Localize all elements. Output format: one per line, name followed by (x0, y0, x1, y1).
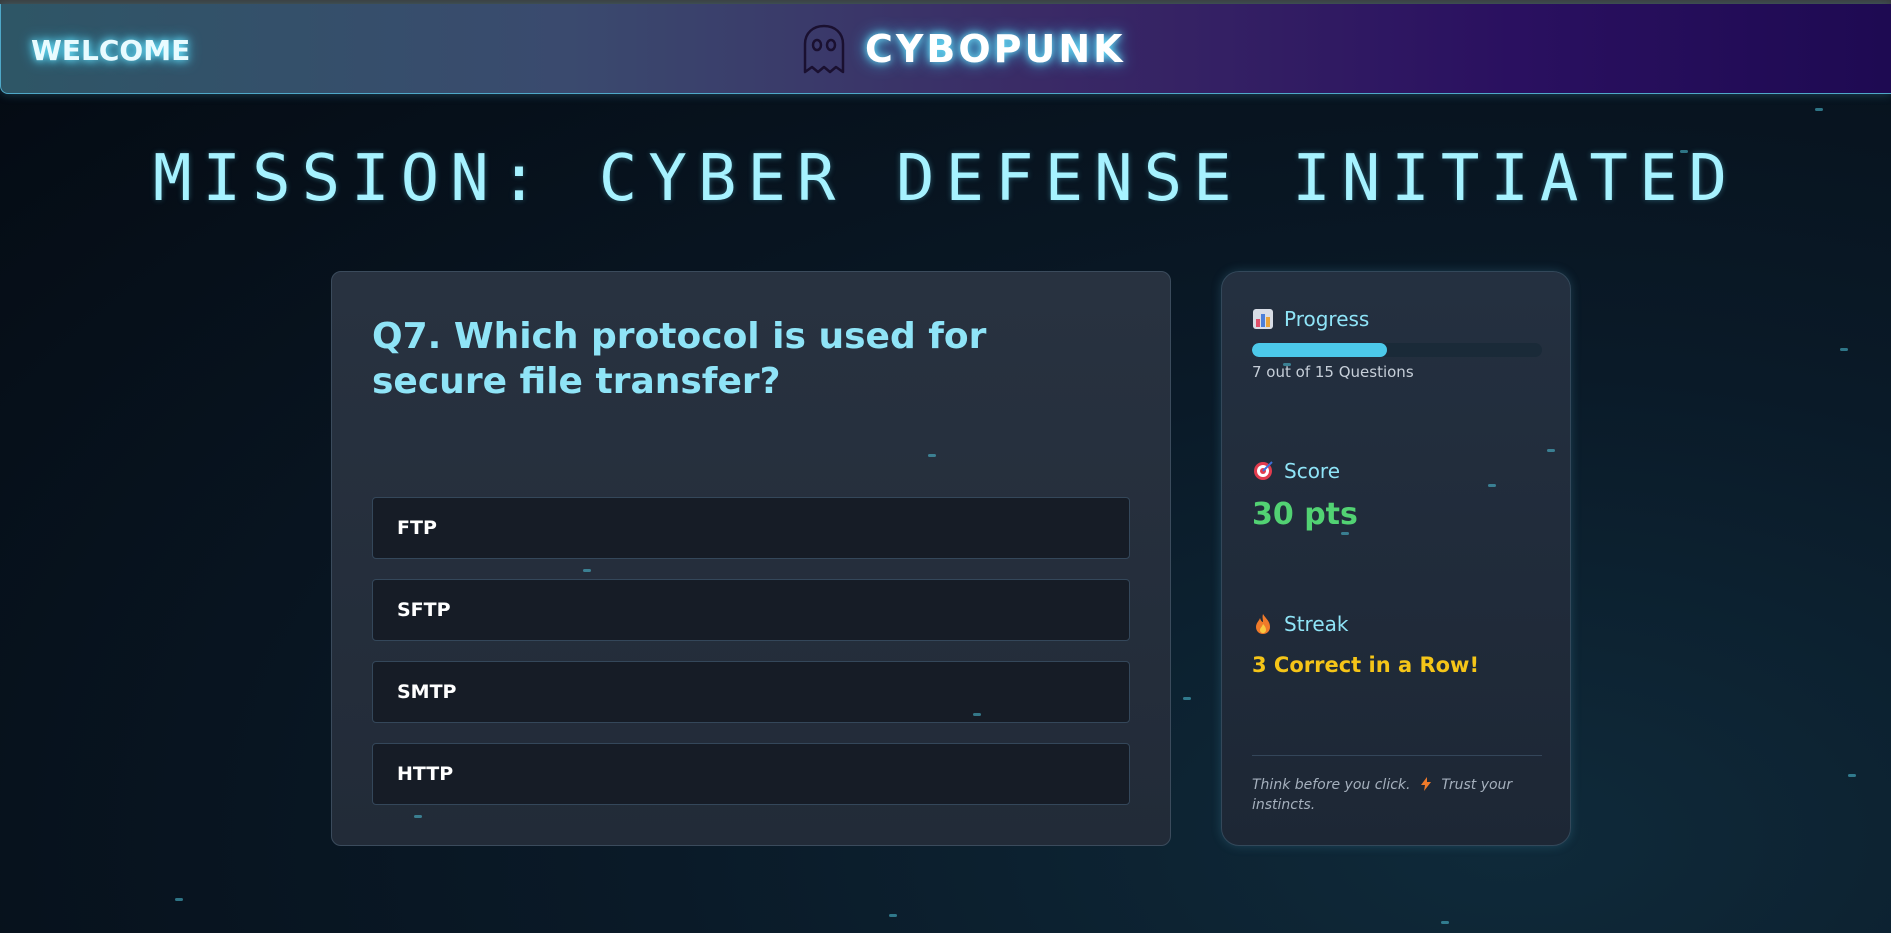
ghost-icon (803, 24, 845, 74)
progress-bar (1252, 343, 1542, 357)
tip-text-part1: Think before you click. (1252, 777, 1411, 793)
tip-text: Think before you click. Trust your insti… (1252, 775, 1542, 815)
particle (928, 454, 936, 457)
streak-heading: Streak (1252, 612, 1348, 636)
particle (1488, 484, 1496, 487)
streak-value: 3 Correct in a Row! (1252, 653, 1480, 677)
progress-heading: Progress (1252, 307, 1369, 331)
bar-chart-icon (1253, 309, 1273, 329)
score-label: Score (1284, 459, 1341, 483)
mission-title: MISSION: CYBER DEFENSE INITIATED (153, 142, 1738, 216)
particle (1815, 108, 1823, 111)
particle (1680, 150, 1688, 153)
particle (1183, 697, 1191, 700)
question-card: Q7. Which protocol is used for secure fi… (331, 271, 1171, 846)
streak-label: Streak (1284, 612, 1349, 636)
score-heading: Score (1252, 459, 1340, 483)
progress-bar-fill (1252, 343, 1388, 357)
particle (1848, 774, 1856, 777)
answer-option-ftp[interactable]: FTP (372, 497, 1130, 559)
answer-option-sftp[interactable]: SFTP (372, 579, 1130, 641)
particle (973, 713, 981, 716)
stats-panel: Progress 7 out of 15 Questions Score 30 … (1221, 271, 1571, 846)
particle (1441, 921, 1449, 924)
question-text: Q7. Which protocol is used for secure fi… (372, 316, 987, 402)
particle (1840, 348, 1848, 351)
fire-icon (1256, 614, 1270, 634)
particle (583, 569, 591, 572)
particle (1341, 532, 1349, 535)
brand: CYBOPUNK (801, 24, 1126, 74)
particle (414, 815, 422, 818)
particle (175, 898, 183, 901)
answer-option-smtp[interactable]: SMTP (372, 661, 1130, 723)
brand-name: CYBOPUNK (865, 27, 1126, 71)
lightning-icon (1420, 777, 1431, 791)
progress-caption: 7 out of 15 Questions (1252, 363, 1414, 381)
welcome-label: WELCOME (31, 34, 191, 67)
particle (1547, 449, 1555, 452)
progress-label: Progress (1284, 307, 1370, 331)
target-icon (1254, 461, 1273, 480)
particle (1283, 363, 1291, 366)
header-bar: WELCOME CYBOPUNK (0, 4, 1891, 94)
answer-option-http[interactable]: HTTP (372, 743, 1130, 805)
score-value: 30 pts (1252, 497, 1358, 532)
divider (1252, 755, 1542, 756)
particle (889, 914, 897, 917)
